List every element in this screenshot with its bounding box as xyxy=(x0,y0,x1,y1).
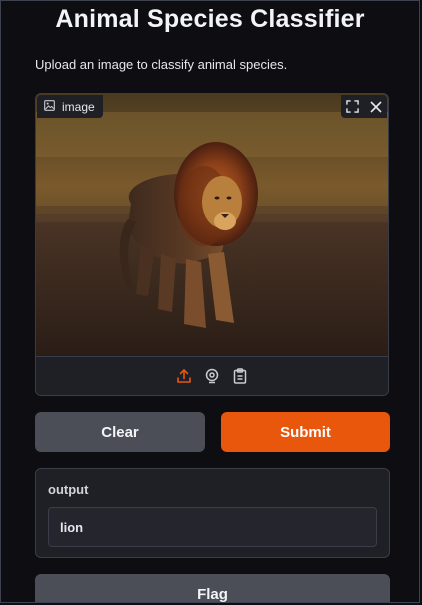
image-input-label: image xyxy=(37,95,103,118)
image-source-bar xyxy=(36,356,388,395)
webcam-icon[interactable] xyxy=(202,366,222,386)
upload-icon[interactable] xyxy=(174,366,194,386)
clear-button[interactable]: Clear xyxy=(35,412,205,452)
image-controls xyxy=(341,95,387,118)
fullscreen-icon[interactable] xyxy=(341,95,364,118)
flag-button[interactable]: Flag xyxy=(35,574,390,602)
page-title: Animal Species Classifier xyxy=(55,5,365,33)
output-label: output xyxy=(48,482,89,497)
close-icon[interactable] xyxy=(364,95,387,118)
output-textbox[interactable]: lion xyxy=(48,507,377,547)
page-description: Upload an image to classify animal speci… xyxy=(35,57,288,72)
uploaded-image xyxy=(36,94,388,356)
output-panel: output lion xyxy=(35,468,390,558)
image-label-text: image xyxy=(62,99,95,114)
image-icon xyxy=(44,99,55,114)
submit-button[interactable]: Submit xyxy=(221,412,390,452)
image-input-panel[interactable]: image xyxy=(35,93,389,396)
clipboard-icon[interactable] xyxy=(230,366,250,386)
app-window: Animal Species Classifier Upload an imag… xyxy=(0,0,420,603)
